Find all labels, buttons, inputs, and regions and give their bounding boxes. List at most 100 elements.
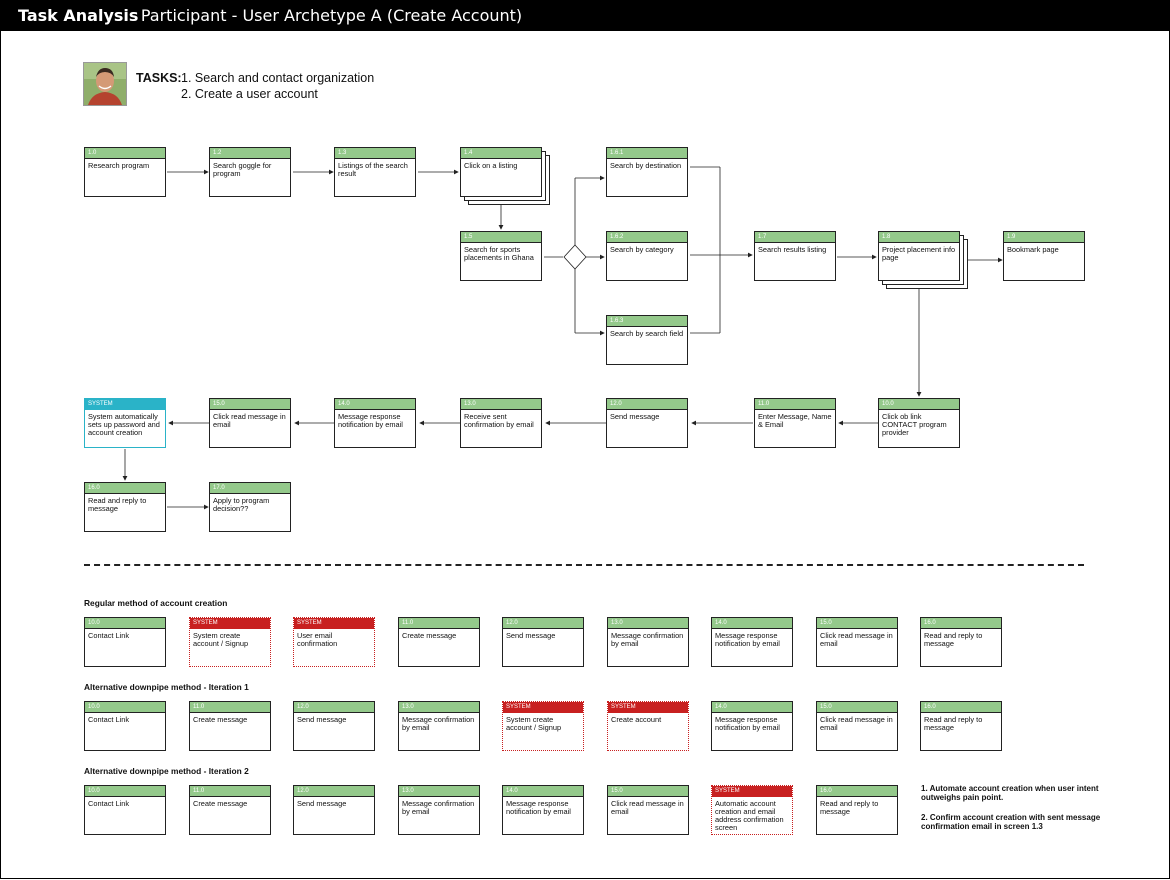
method-box: SYSTEM User email confirmation [293,617,375,667]
method-box-number: 16.0 [921,618,1001,629]
method-box: SYSTEM Create account [607,701,689,751]
flow-box-contact-link: 10.0 Click ob link CONTACT program provid… [878,398,960,448]
flow-box-click-listing: 1.4 Click on a listing [460,147,542,197]
note-2: 2. Confirm account creation with sent me… [921,813,1101,831]
method-box-text: Read and reply to message [924,715,983,732]
method-box: 11.0 Create message [189,701,271,751]
method-box-number: 16.0 [817,786,897,797]
method-box-number: SYSTEM [712,786,792,797]
method-box-text: Automatic account creation and email add… [715,799,784,832]
method-box: 14.0 Message response notification by ema… [711,617,793,667]
method-box-text: System create account / Signup [506,715,562,732]
flow-box-search-sports: 1.5 Search for sports placements in Ghana [460,231,542,281]
row-label-iteration-1: Alternative downpipe method - Iteration … [84,682,249,692]
method-box: 15.0 Click read message in email [816,617,898,667]
flow-box-click-read: 15.0 Click read message in email [209,398,291,448]
method-box-text: Send message [506,631,556,640]
method-box-text: Contact Link [88,631,130,640]
flow-box-search-category: 1.6.2 Search by category [606,231,688,281]
method-box-number: 12.0 [294,786,374,797]
method-box-number: 10.0 [85,786,165,797]
method-box-number: 11.0 [399,618,479,629]
method-box: 16.0 Read and reply to message [920,701,1002,751]
section-divider [84,564,1084,566]
flow-box-placement-info: 1.8 Project placement info page [878,231,960,281]
flow-box-listings: 1.3 Listings of the search result [334,147,416,197]
method-box-number: SYSTEM [608,702,688,713]
method-box-text: Message confirmation by email [402,715,475,732]
method-box: 14.0 Message response notification by ema… [502,785,584,835]
method-box-number: 12.0 [294,702,374,713]
method-box-text: Contact Link [88,799,130,808]
method-box: 14.0 Message response notification by ema… [711,701,793,751]
method-box-number: 15.0 [817,702,897,713]
method-box-number: 13.0 [608,618,688,629]
method-box-text: Contact Link [88,715,130,724]
method-box: 16.0 Read and reply to message [920,617,1002,667]
method-box: 10.0 Contact Link [84,785,166,835]
method-box-number: 10.0 [85,618,165,629]
method-box: 11.0 Create message [189,785,271,835]
method-box-number: 10.0 [85,702,165,713]
method-box-number: SYSTEM [503,702,583,713]
method-box: 11.0 Create message [398,617,480,667]
method-box: 10.0 Contact Link [84,701,166,751]
flow-box-enter-message: 11.0 Enter Message, Name & Email [754,398,836,448]
flow-box-search-destination: 1.6.1 Search by destination [606,147,688,197]
flow-box-send-message: 12.0 Send message [606,398,688,448]
method-box-text: Create account [611,715,662,724]
method-box: 12.0 Send message [293,701,375,751]
note-1: 1. Automate account creation when user i… [921,784,1099,802]
method-box-number: 11.0 [190,702,270,713]
method-box-number: SYSTEM [294,618,374,629]
method-box-text: Message response notification by email [715,631,780,648]
method-box: 12.0 Send message [293,785,375,835]
method-box-number: 14.0 [503,786,583,797]
method-box: 13.0 Message confirmation by email [607,617,689,667]
method-box-text: Read and reply to message [924,631,983,648]
method-box: SYSTEM System create account / Signup [189,617,271,667]
method-box-text: Click read message in email [820,715,893,732]
method-box-number: 15.0 [817,618,897,629]
method-box-number: 13.0 [399,702,479,713]
method-box-text: Message response notification by email [715,715,780,732]
flow-box-research: 1.0 Research program [84,147,166,197]
flow-box-receive-confirmation: 13.0 Receive sent confirmation by email [460,398,542,448]
method-box: 12.0 Send message [502,617,584,667]
method-box: 13.0 Message confirmation by email [398,785,480,835]
method-box-text: User email confirmation [297,631,338,648]
flow-box-results-listing: 1.7 Search results listing [754,231,836,281]
method-box: 15.0 Click read message in email [816,701,898,751]
method-box-number: 11.0 [190,786,270,797]
method-box-text: Read and reply to message [820,799,879,816]
method-box-text: Click read message in email [611,799,684,816]
method-box-number: 15.0 [608,786,688,797]
method-box: SYSTEM Automatic account creation and ema… [711,785,793,835]
method-box-text: Create message [193,799,248,808]
flow-box-response-notification: 14.0 Message response notification by ema… [334,398,416,448]
method-box-number: 16.0 [921,702,1001,713]
flow-box-bookmark: 1.9 Bookmark page [1003,231,1085,281]
method-box: 16.0 Read and reply to message [816,785,898,835]
method-box-text: Create message [193,715,248,724]
method-box-number: 12.0 [503,618,583,629]
row-label-iteration-2: Alternative downpipe method - Iteration … [84,766,249,776]
method-box: 15.0 Click read message in email [607,785,689,835]
method-box-number: SYSTEM [190,618,270,629]
flow-box-read-reply: 16.0 Read and reply to message [84,482,166,532]
method-box-number: 13.0 [399,786,479,797]
method-box-number: 14.0 [712,618,792,629]
flow-box-apply-decision: 17.0 Apply to program decision?? [209,482,291,532]
method-box-text: Send message [297,799,347,808]
flow-box-system-auto: SYSTEM System automatically sets up passw… [84,398,166,448]
method-box-text: Message confirmation by email [402,799,475,816]
flow-box-search-google: 1.2 Search goggle for program [209,147,291,197]
method-box-text: Send message [297,715,347,724]
method-box: SYSTEM System create account / Signup [502,701,584,751]
method-box: 10.0 Contact Link [84,617,166,667]
row-label-regular: Regular method of account creation [84,598,228,608]
flow-box-search-field: 1.6.3 Search by search field [606,315,688,365]
method-box-text: Click read message in email [820,631,893,648]
method-box-text: System create account / Signup [193,631,249,648]
method-box-number: 14.0 [712,702,792,713]
